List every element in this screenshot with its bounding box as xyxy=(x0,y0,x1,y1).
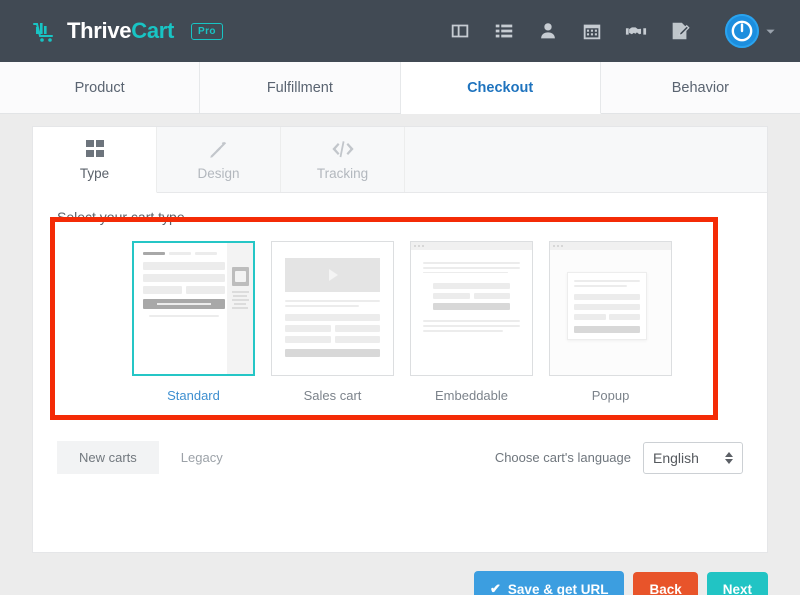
stepper-arrows-icon[interactable] xyxy=(725,451,733,464)
subtab-design-label: Design xyxy=(197,166,240,181)
language-select-value: English xyxy=(653,449,699,466)
video-placeholder xyxy=(285,258,380,292)
back-button[interactable]: Back xyxy=(633,571,698,595)
person-icon[interactable] xyxy=(537,20,559,42)
list-icon[interactable] xyxy=(493,20,515,42)
code-icon xyxy=(331,138,355,160)
standard-wireframe-sidebar xyxy=(227,243,253,374)
thrivecart-logo[interactable]: ThriveCart Pro xyxy=(32,18,223,44)
subtab-filler xyxy=(405,127,767,192)
cart-card-popup-thumb[interactable] xyxy=(549,241,672,376)
tab-behavior[interactable]: Behavior xyxy=(600,62,800,113)
tab-fulfillment[interactable]: Fulfillment xyxy=(200,62,401,113)
logo-text-cart: Cart xyxy=(131,18,175,43)
checkout-panel: Type Design Tracking Select your cart ty… xyxy=(32,126,768,553)
popup-modal-preview xyxy=(567,272,647,340)
cart-type-section: Select your cart type Standard Sales car… xyxy=(33,193,767,420)
paintbrush-pencil-icon xyxy=(208,138,229,160)
app-header: ThriveCart Pro xyxy=(0,0,800,62)
subtab-design[interactable]: Design xyxy=(157,127,281,192)
save-and-get-url-button[interactable]: ✔ Save & get URL xyxy=(474,571,625,595)
tab-behavior-label: Behavior xyxy=(671,79,729,96)
sub-tab-bar: Type Design Tracking xyxy=(33,127,767,193)
standard-wireframe-left xyxy=(143,252,225,317)
image-placeholder-icon xyxy=(231,267,249,286)
play-icon xyxy=(329,269,338,281)
main-tab-bar: Product Fulfillment Checkout Behavior xyxy=(0,62,800,114)
document-edit-icon[interactable] xyxy=(669,20,691,42)
subtab-type[interactable]: Type xyxy=(33,127,157,193)
check-icon: ✔ xyxy=(490,581,501,595)
logo-text-thrive: Thrive xyxy=(67,18,132,43)
cart-card-standard-thumb[interactable] xyxy=(132,241,255,376)
chevron-down-icon[interactable] xyxy=(765,26,776,37)
header-icon-group xyxy=(449,14,776,48)
cart-controls-row: New carts Legacy Choose cart's language … xyxy=(33,421,767,474)
calendar-icon[interactable] xyxy=(581,20,603,42)
next-button[interactable]: Next xyxy=(706,571,768,595)
grid-icon xyxy=(85,138,105,160)
layout-columns-icon[interactable] xyxy=(449,20,471,42)
tab-fulfillment-label: Fulfillment xyxy=(266,79,333,96)
subtab-tracking-label: Tracking xyxy=(316,166,369,181)
handshake-icon[interactable] xyxy=(625,20,647,42)
tab-product[interactable]: Product xyxy=(0,62,201,113)
segment-legacy[interactable]: Legacy xyxy=(159,441,245,474)
cart-card-sales-thumb[interactable] xyxy=(271,241,394,376)
user-avatar[interactable] xyxy=(725,14,759,48)
tab-checkout-label: Checkout xyxy=(467,79,534,96)
language-label: Choose cart's language xyxy=(494,450,631,465)
subtab-type-label: Type xyxy=(79,166,110,181)
pro-badge: Pro xyxy=(191,22,223,40)
footer-actions: ✔ Save & get URL Back Next xyxy=(0,553,800,595)
user-menu[interactable] xyxy=(725,14,776,48)
browser-chrome-bar xyxy=(411,242,532,250)
save-button-label: Save & get URL xyxy=(507,581,609,595)
browser-chrome-bar-popup xyxy=(550,242,671,250)
tab-product-label: Product xyxy=(74,79,125,96)
cart-bars-icon xyxy=(32,18,58,44)
language-select[interactable]: English xyxy=(643,441,743,474)
segment-new-carts[interactable]: New carts xyxy=(57,441,159,474)
cart-card-embeddable-thumb[interactable] xyxy=(410,241,533,376)
subtab-tracking[interactable]: Tracking xyxy=(281,127,405,192)
tab-checkout[interactable]: Checkout xyxy=(400,62,601,114)
cart-version-toggle: New carts Legacy xyxy=(57,441,245,474)
